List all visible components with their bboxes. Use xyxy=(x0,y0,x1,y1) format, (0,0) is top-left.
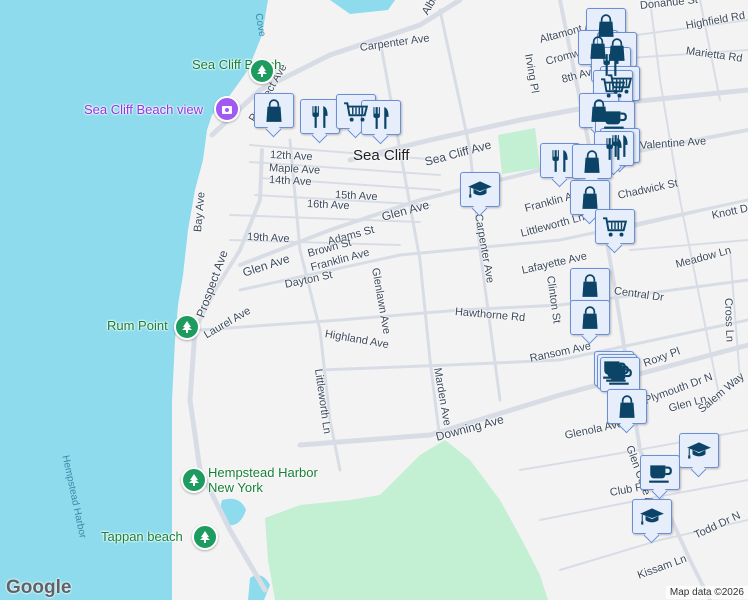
coffee-cup-icon xyxy=(607,362,633,388)
town-label: Sea Cliff xyxy=(353,147,410,164)
coffee-cup-icon xyxy=(647,460,673,486)
shopping-bag-icon xyxy=(579,149,605,175)
tree-icon[interactable] xyxy=(192,524,218,550)
tree-icon[interactable] xyxy=(181,467,207,493)
road-label: 14th Ave xyxy=(268,174,312,189)
shopping-bag-icon xyxy=(261,98,287,124)
marker-restaurant[interactable] xyxy=(300,99,340,134)
road-label: 16th Ave xyxy=(306,198,350,213)
marker-cafe[interactable] xyxy=(640,455,680,490)
poi-label: Rum Point xyxy=(107,318,168,333)
shopping-cart-icon xyxy=(602,214,628,240)
poi-label: Hempstead Harbor New York xyxy=(208,465,318,495)
poi-rum-point[interactable]: Rum Point xyxy=(107,318,168,333)
poi-sea-cliff-beach-view[interactable]: Sea Cliff Beach view xyxy=(84,102,203,117)
road-label: 12th Ave xyxy=(269,149,313,164)
marker-school[interactable] xyxy=(460,172,500,207)
road-label: Cross Ln xyxy=(722,297,736,343)
marker-shopping[interactable] xyxy=(570,300,610,335)
road-label: 19th Ave xyxy=(246,231,290,246)
fork-knife-icon xyxy=(368,105,394,131)
camera-icon[interactable] xyxy=(214,96,240,122)
poi-tappan-beach[interactable]: Tappan beach xyxy=(101,529,183,544)
tree-icon[interactable] xyxy=(174,314,200,340)
google-logo: Google xyxy=(6,577,72,598)
fork-knife-icon xyxy=(307,104,333,130)
marker-school[interactable] xyxy=(679,433,719,468)
coffee-cup-icon xyxy=(602,106,628,132)
poi-label: Sea Cliff Beach view xyxy=(84,102,203,117)
marker-shopping[interactable] xyxy=(607,389,647,424)
graduation-cap-icon xyxy=(467,177,493,203)
graduation-cap-icon xyxy=(686,438,712,464)
marker-grocery[interactable] xyxy=(595,209,635,244)
shopping-bag-icon xyxy=(614,394,640,420)
map-attribution[interactable]: Map data ©2026 xyxy=(665,586,748,599)
shopping-bag-icon xyxy=(577,305,603,331)
shopping-cart-icon xyxy=(343,99,369,125)
tree-icon[interactable] xyxy=(249,58,275,84)
fork-knife-icon xyxy=(547,148,573,174)
park xyxy=(498,128,540,174)
poi-sea-cliff-beach[interactable]: Sea Cliff Beach xyxy=(192,57,281,72)
marker-school[interactable] xyxy=(632,499,672,534)
marker-shopping[interactable] xyxy=(254,93,294,128)
shopping-bag-icon xyxy=(577,185,603,211)
poi-label: Tappan beach xyxy=(101,529,183,544)
shopping-bag-icon xyxy=(577,273,603,299)
graduation-cap-icon xyxy=(639,504,665,530)
poi-hempstead-harbor[interactable]: Hempstead Harbor New York xyxy=(208,465,323,495)
marker-shopping[interactable] xyxy=(570,268,610,303)
